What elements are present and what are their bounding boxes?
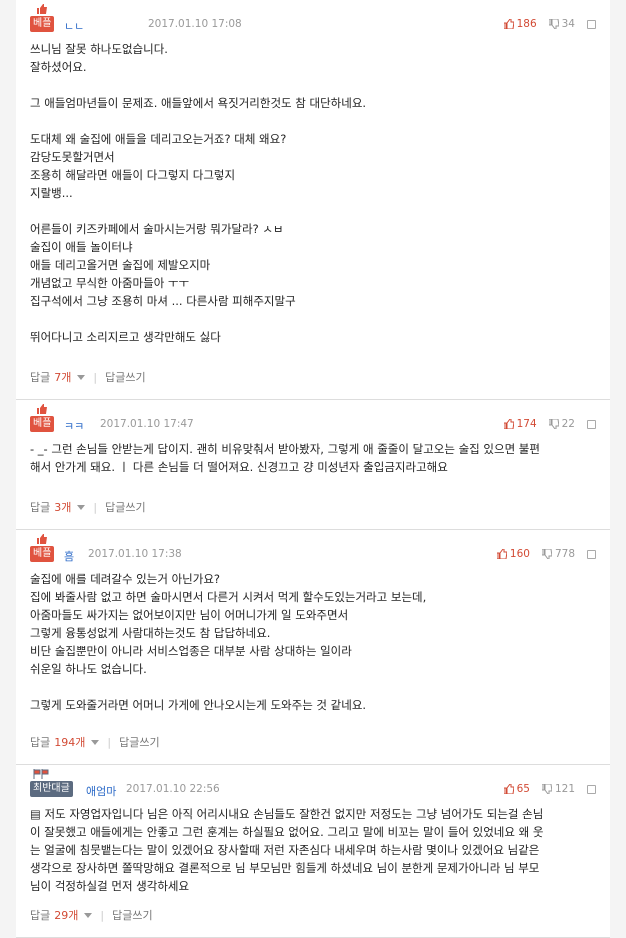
thumbs-up-icon bbox=[37, 534, 47, 544]
comment-header: 베플 ㅋㅋ 2017.01.10 17:47 174 22 bbox=[30, 400, 596, 434]
upvote-button[interactable]: 65 bbox=[503, 783, 530, 795]
report-icon[interactable] bbox=[587, 19, 596, 29]
upvote-count: 65 bbox=[516, 783, 530, 795]
vote-area: 160 778 bbox=[496, 548, 596, 560]
comment-item: 베플 흠 2017.01.10 17:38 160 778 술집에 애를 데려갈… bbox=[16, 530, 610, 765]
username[interactable]: 흠 bbox=[64, 548, 74, 564]
divider: | bbox=[93, 370, 98, 384]
username[interactable]: ㅋㅋ bbox=[64, 418, 84, 434]
comment-header: 베플 ㄴㄴ 2017.01.10 17:08 186 34 bbox=[30, 0, 596, 34]
comment-footer: 답글 29개 | 답글쓰기 bbox=[30, 907, 153, 923]
chevron-down-icon[interactable] bbox=[77, 374, 86, 380]
thumbs-up-icon bbox=[503, 19, 514, 29]
report-icon[interactable] bbox=[587, 784, 596, 794]
upvote-count: 160 bbox=[509, 548, 530, 560]
comment-date: 2017.01.10 22:56 bbox=[126, 783, 220, 795]
comment-text: 쓰니님 잘못 하나도없습니다. 잘하셨어요. 그 애들엄마년들이 문제죠. 애들… bbox=[30, 42, 367, 344]
comment-text: 술집에 애를 데려갈수 있는거 아닌가요? 집에 봐줄사람 없고 하면 술마시면… bbox=[30, 572, 427, 712]
comment-item: 최반대글 애엄마 2017.01.10 22:56 65 121 ▤ 저도 자영… bbox=[16, 765, 610, 938]
reply-label[interactable]: 답글 bbox=[30, 369, 50, 385]
thumbs-up-icon bbox=[37, 404, 47, 414]
thumbs-up-icon bbox=[503, 784, 514, 794]
vote-area: 174 22 bbox=[503, 418, 596, 430]
downvote-count: 778 bbox=[554, 548, 575, 560]
downvote-count: 34 bbox=[561, 18, 575, 30]
write-reply-button[interactable]: 답글쓰기 bbox=[105, 499, 145, 515]
chevron-down-icon[interactable] bbox=[77, 504, 86, 510]
thumbs-down-icon bbox=[548, 19, 559, 29]
chevron-down-icon[interactable] bbox=[84, 912, 93, 918]
downvote-button[interactable]: 778 bbox=[541, 548, 575, 560]
report-icon[interactable] bbox=[587, 419, 596, 429]
write-reply-button[interactable]: 답글쓰기 bbox=[105, 369, 145, 385]
badge-label: 베플 bbox=[30, 16, 55, 32]
comment-footer: 답글 194개 | 답글쓰기 bbox=[30, 734, 160, 750]
reply-label[interactable]: 답글 bbox=[30, 499, 50, 515]
upvote-count: 174 bbox=[516, 418, 537, 430]
downvote-button[interactable]: 34 bbox=[548, 18, 575, 30]
reply-count[interactable]: 7개 bbox=[54, 369, 71, 385]
comment-item: 베플 ㄴㄴ 2017.01.10 17:08 186 34 쓰니님 잘못 하나도… bbox=[16, 0, 610, 400]
upvote-button[interactable]: 186 bbox=[503, 18, 537, 30]
downvote-count: 121 bbox=[554, 783, 575, 795]
chevron-down-icon[interactable] bbox=[91, 739, 100, 745]
comment-text: ▤ 저도 자영업자입니다 님은 아직 어리시내요 손님들도 잘한건 없지만 저정… bbox=[30, 807, 544, 893]
reply-count[interactable]: 29개 bbox=[54, 907, 78, 923]
downvote-count: 22 bbox=[561, 418, 575, 430]
write-reply-button[interactable]: 답글쓰기 bbox=[119, 734, 159, 750]
reply-count[interactable]: 194개 bbox=[54, 734, 85, 750]
report-icon[interactable] bbox=[587, 549, 596, 559]
comment-header: 베플 흠 2017.01.10 17:38 160 778 bbox=[30, 530, 596, 564]
thumbs-down-icon bbox=[548, 419, 559, 429]
vote-area: 65 121 bbox=[503, 783, 596, 795]
divider: | bbox=[107, 735, 112, 749]
comment-body: - _- 그런 손님들 안받는게 답이지. 괜히 비유맞춰서 받아봤자, 그렇게… bbox=[30, 440, 596, 476]
comment-footer: 답글 3개 | 답글쓰기 bbox=[30, 499, 146, 515]
username[interactable]: 애엄마 bbox=[86, 783, 116, 799]
badge-label: 베플 bbox=[30, 416, 55, 432]
thumbs-up-icon bbox=[37, 4, 47, 14]
comment-body: 술집에 애를 데려갈수 있는거 아닌가요? 집에 봐줄사람 없고 하면 술마시면… bbox=[30, 570, 596, 714]
comment-body: ▤ 저도 자영업자입니다 님은 아직 어리시내요 손님들도 잘한건 없지만 저정… bbox=[30, 805, 596, 895]
badge-label: 최반대글 bbox=[30, 781, 73, 797]
write-reply-button[interactable]: 답글쓰기 bbox=[112, 907, 152, 923]
downvote-button[interactable]: 121 bbox=[541, 783, 575, 795]
flag-icon bbox=[33, 769, 49, 779]
comment-footer: 답글 7개 | 답글쓰기 bbox=[30, 369, 146, 385]
comment-date: 2017.01.10 17:08 bbox=[148, 18, 242, 30]
reply-label[interactable]: 답글 bbox=[30, 734, 50, 750]
thumbs-up-icon bbox=[496, 549, 507, 559]
comment-list: 베플 ㄴㄴ 2017.01.10 17:08 186 34 쓰니님 잘못 하나도… bbox=[0, 0, 626, 938]
thumbs-up-icon bbox=[503, 419, 514, 429]
divider: | bbox=[93, 500, 98, 514]
upvote-button[interactable]: 174 bbox=[503, 418, 537, 430]
reply-count[interactable]: 3개 bbox=[54, 499, 71, 515]
downvote-button[interactable]: 22 bbox=[548, 418, 575, 430]
comment-body: 쓰니님 잘못 하나도없습니다. 잘하셨어요. 그 애들엄마년들이 문제죠. 애들… bbox=[30, 40, 596, 346]
comment-text: - _- 그런 손님들 안받는게 답이지. 괜히 비유맞춰서 받아봤자, 그렇게… bbox=[30, 442, 540, 474]
comment-date: 2017.01.10 17:47 bbox=[100, 418, 194, 430]
upvote-count: 186 bbox=[516, 18, 537, 30]
divider: | bbox=[100, 908, 105, 922]
comment-item: 베플 ㅋㅋ 2017.01.10 17:47 174 22 - _- 그런 손님… bbox=[16, 400, 610, 530]
comment-header: 최반대글 애엄마 2017.01.10 22:56 65 121 bbox=[30, 765, 596, 799]
thumbs-down-icon bbox=[541, 784, 552, 794]
upvote-button[interactable]: 160 bbox=[496, 548, 530, 560]
comment-date: 2017.01.10 17:38 bbox=[88, 548, 182, 560]
vote-area: 186 34 bbox=[503, 18, 596, 30]
thumbs-down-icon bbox=[541, 549, 552, 559]
username[interactable]: ㄴㄴ bbox=[64, 18, 84, 34]
badge-label: 베플 bbox=[30, 546, 55, 562]
reply-label[interactable]: 답글 bbox=[30, 907, 50, 923]
